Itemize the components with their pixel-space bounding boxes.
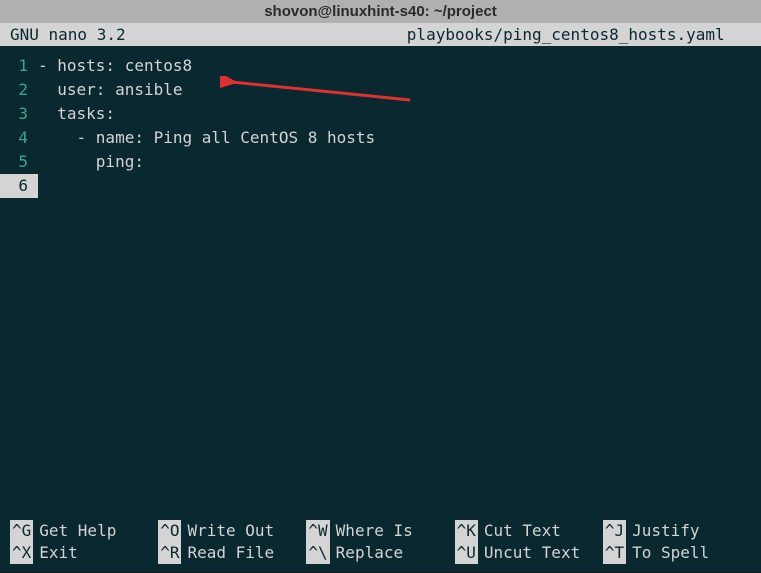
code-line[interactable]: 4 - name: Ping all CentOS 8 hosts	[0, 126, 761, 150]
shortcut-key: ^O	[158, 520, 181, 542]
nano-header: GNU nano 3.2 playbooks/ping_centos8_host…	[0, 23, 761, 46]
code-line[interactable]: 1 - hosts: centos8	[0, 54, 761, 78]
line-text[interactable]: - name: Ping all CentOS 8 hosts	[38, 126, 375, 150]
line-text[interactable]: user: ansible	[38, 78, 183, 102]
code-line[interactable]: 3 tasks:	[0, 102, 761, 126]
line-number: 3	[0, 102, 38, 126]
code-line[interactable]: 5 ping:	[0, 150, 761, 174]
shortcut-row: ^X Exit ^R Read File ^\ Replace ^U Uncut…	[10, 542, 751, 564]
shortcut-label: To Spell	[632, 542, 709, 564]
shortcut-label: Get Help	[39, 520, 116, 542]
line-number: 1	[0, 54, 38, 78]
shortcut-cut[interactable]: ^K Cut Text	[455, 520, 603, 542]
file-path: playbooks/ping_centos8_hosts.yaml	[381, 25, 752, 44]
editor-area[interactable]: 1 - hosts: centos8 2 user: ansible 3 tas…	[0, 46, 761, 206]
shortcut-readfile[interactable]: ^R Read File	[158, 542, 306, 564]
shortcut-row: ^G Get Help ^O Write Out ^W Where Is ^K …	[10, 520, 751, 542]
shortcut-label: Justify	[632, 520, 699, 542]
line-number: 2	[0, 78, 38, 102]
shortcut-key: ^K	[455, 520, 478, 542]
shortcut-key: ^R	[158, 542, 181, 564]
shortcut-key: ^X	[10, 542, 33, 564]
shortcut-writeout[interactable]: ^O Write Out	[158, 520, 306, 542]
shortcut-label: Where Is	[336, 520, 413, 542]
shortcut-key: ^U	[455, 542, 478, 564]
shortcut-whereis[interactable]: ^W Where Is	[306, 520, 454, 542]
shortcut-uncut[interactable]: ^U Uncut Text	[455, 542, 603, 564]
shortcut-key: ^T	[603, 542, 626, 564]
window-title: shovon@linuxhint-s40: ~/project	[264, 3, 497, 20]
line-number: 6	[0, 174, 38, 198]
line-text[interactable]: ping:	[38, 150, 144, 174]
shortcut-key: ^G	[10, 520, 33, 542]
line-number: 5	[0, 150, 38, 174]
shortcut-help[interactable]: ^G Get Help	[10, 520, 158, 542]
shortcut-key: ^J	[603, 520, 626, 542]
line-number: 4	[0, 126, 38, 150]
shortcut-label: Cut Text	[484, 520, 561, 542]
shortcut-justify[interactable]: ^J Justify	[603, 520, 751, 542]
line-text[interactable]: - hosts: centos8	[38, 54, 192, 78]
shortcut-label: Replace	[336, 542, 403, 564]
shortcut-label: Read File	[187, 542, 274, 564]
shortcut-label: Write Out	[187, 520, 274, 542]
shortcut-replace[interactable]: ^\ Replace	[306, 542, 454, 564]
app-name: GNU nano 3.2	[10, 25, 381, 44]
terminal-area[interactable]: GNU nano 3.2 playbooks/ping_centos8_host…	[0, 23, 761, 572]
shortcut-label: Exit	[39, 542, 78, 564]
shortcut-key: ^\	[306, 542, 329, 564]
terminal-window: shovon@linuxhint-s40: ~/project GNU nano…	[0, 0, 761, 573]
shortcut-key: ^W	[306, 520, 329, 542]
code-line[interactable]: 6	[0, 174, 761, 198]
shortcut-label: Uncut Text	[484, 542, 580, 564]
shortcut-spell[interactable]: ^T To Spell	[603, 542, 751, 564]
code-line[interactable]: 2 user: ansible	[0, 78, 761, 102]
line-text[interactable]: tasks:	[38, 102, 115, 126]
nano-shortcuts: ^G Get Help ^O Write Out ^W Where Is ^K …	[10, 520, 751, 564]
shortcut-exit[interactable]: ^X Exit	[10, 542, 158, 564]
window-titlebar: shovon@linuxhint-s40: ~/project	[0, 0, 761, 23]
